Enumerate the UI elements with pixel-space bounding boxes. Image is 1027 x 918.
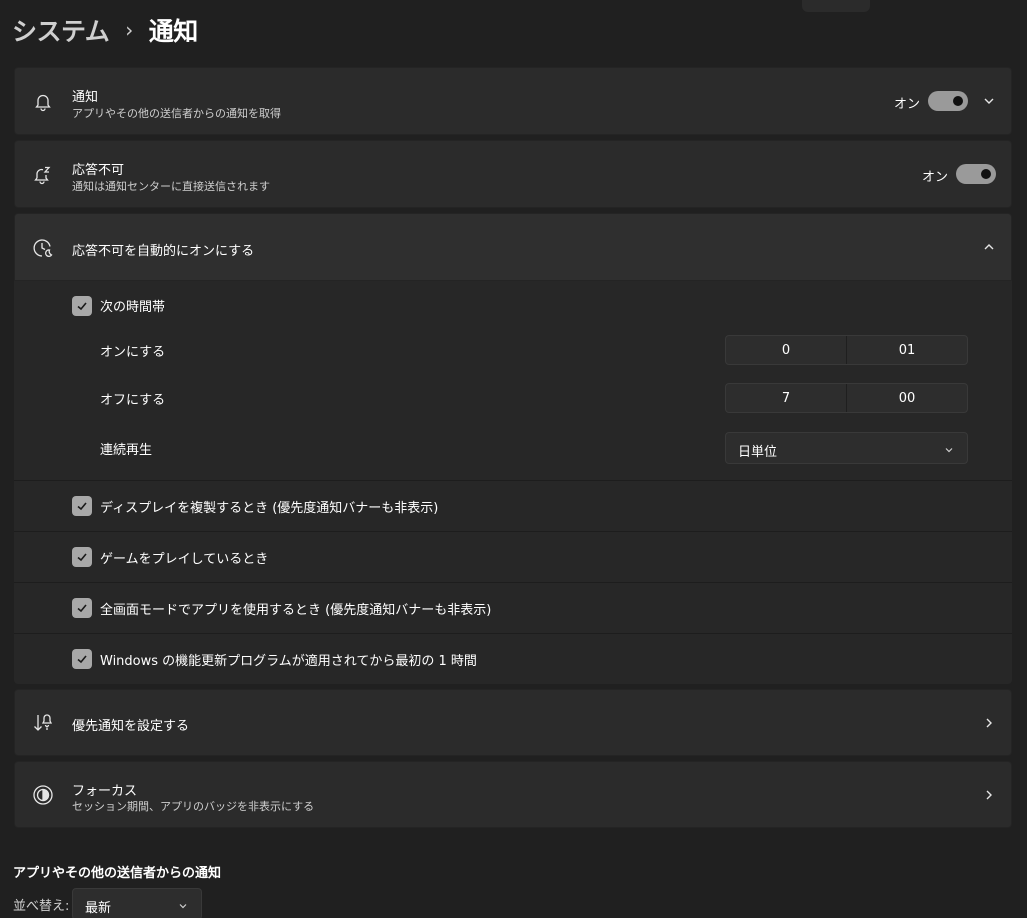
dnd-card: 応答不可 通知は通知センターに直接送信されます オン xyxy=(14,140,1012,208)
turn-on-time-picker[interactable]: 0 01 xyxy=(725,335,968,365)
auto-dnd-title: 応答不可を自動的にオンにする xyxy=(72,244,255,259)
schedule-checkbox[interactable] xyxy=(72,296,92,316)
priority-title: 優先通知を設定する xyxy=(72,719,190,734)
senders-section-title: アプリやその他の送信者からの通知 xyxy=(13,866,222,881)
dnd-toggle-label: オン xyxy=(922,170,949,185)
page-title: 通知 xyxy=(148,17,199,46)
option-label-display: ディスプレイを複製するとき (優先度通知バナーも非表示) xyxy=(100,501,439,516)
chevron-down-icon xyxy=(177,897,189,916)
option-checkbox-display[interactable] xyxy=(72,496,92,516)
focus-subtitle: セッション期間、アプリのバッジを非表示にする xyxy=(72,800,315,813)
chevron-right-icon[interactable] xyxy=(981,715,997,731)
schedule-label: 次の時間帯 xyxy=(100,300,166,315)
focus-title: フォーカス xyxy=(72,784,138,799)
focus-card[interactable]: フォーカス セッション期間、アプリのバッジを非表示にする xyxy=(14,761,1012,828)
repeat-label: 連続再生 xyxy=(100,443,153,458)
option-label-fullscreen: 全画面モードでアプリを使用するとき (優先度通知バナーも非表示) xyxy=(100,603,492,618)
breadcrumb: システム › 通知 xyxy=(12,12,198,48)
auto-dnd-header[interactable]: 応答不可を自動的にオンにする xyxy=(14,213,1012,281)
sort-value: 最新 xyxy=(85,901,112,916)
breadcrumb-separator: › xyxy=(125,18,133,42)
turn-on-label: オンにする xyxy=(100,345,166,360)
priority-sort-icon xyxy=(31,711,55,735)
bell-icon xyxy=(31,90,55,114)
turn-off-hour[interactable]: 7 xyxy=(726,384,846,412)
notifications-title: 通知 xyxy=(72,90,99,105)
notifications-subtitle: アプリやその他の送信者からの通知を取得 xyxy=(72,107,281,120)
option-checkbox-feature-update[interactable] xyxy=(72,649,92,669)
auto-dnd-body: 次の時間帯 オンにする 0 01 オフにする 7 00 連続再生 日単位 ディス… xyxy=(14,281,1012,684)
window-tab-edge xyxy=(802,0,870,12)
dnd-title: 応答不可 xyxy=(72,163,125,178)
notifications-toggle[interactable] xyxy=(928,91,968,111)
clock-moon-icon xyxy=(31,236,55,260)
chevron-right-icon[interactable] xyxy=(981,787,997,803)
dnd-toggle[interactable] xyxy=(956,164,996,184)
breadcrumb-system[interactable]: システム xyxy=(12,12,110,48)
option-label-feature-update: Windows の機能更新プログラムが適用されてから最初の 1 時間 xyxy=(100,654,477,669)
option-checkbox-fullscreen[interactable] xyxy=(72,598,92,618)
turn-on-minute[interactable]: 01 xyxy=(846,336,967,364)
sort-label: 並べ替え: xyxy=(13,899,70,914)
chevron-down-icon xyxy=(943,441,955,460)
chevron-down-icon[interactable] xyxy=(981,93,997,109)
option-checkbox-game[interactable] xyxy=(72,547,92,567)
turn-on-hour[interactable]: 0 xyxy=(726,336,846,364)
chevron-up-icon[interactable] xyxy=(981,239,997,255)
bell-snooze-icon xyxy=(31,163,55,187)
repeat-dropdown[interactable]: 日単位 xyxy=(725,432,968,464)
turn-off-minute[interactable]: 00 xyxy=(846,384,967,412)
turn-off-time-picker[interactable]: 7 00 xyxy=(725,383,968,413)
notifications-card[interactable]: 通知 アプリやその他の送信者からの通知を取得 オン xyxy=(14,67,1012,135)
focus-icon xyxy=(31,783,55,807)
dnd-subtitle: 通知は通知センターに直接送信されます xyxy=(72,180,270,193)
turn-off-label: オフにする xyxy=(100,393,166,408)
priority-card[interactable]: 優先通知を設定する xyxy=(14,689,1012,756)
option-label-game: ゲームをプレイしているとき xyxy=(100,552,269,567)
notifications-toggle-label: オン xyxy=(894,97,921,112)
repeat-value: 日単位 xyxy=(738,445,778,460)
sort-dropdown[interactable]: 最新 xyxy=(72,888,202,918)
